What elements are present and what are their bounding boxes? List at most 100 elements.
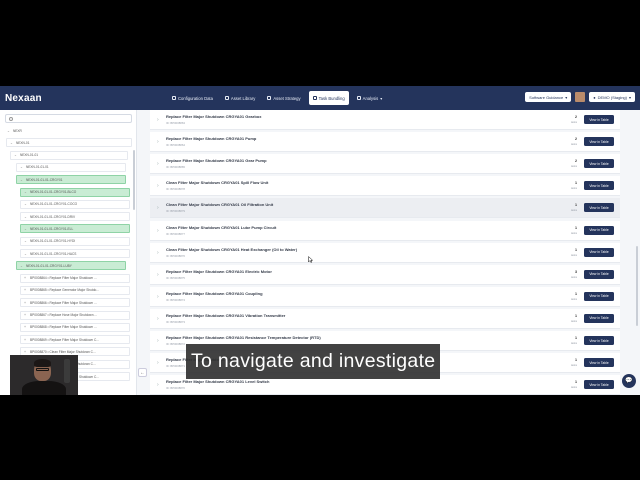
environment-selector[interactable]: ● DEMO (Staging) ▾ [589, 92, 635, 102]
task-title: Replace Filter Major Shutdown CRGYA01 Re… [166, 335, 321, 340]
tree-node[interactable]: + BP0008868 • Replace Filter Major Shutdo… [20, 322, 130, 332]
task-bundle-row[interactable]: › Replace Filter Major Shutdown CRGYA01 P… [150, 132, 620, 153]
plus-icon[interactable]: + [24, 325, 28, 329]
tree-scrollbar[interactable] [133, 150, 135, 210]
task-id: ID: BP0008872 [166, 342, 185, 346]
view-in-table-button[interactable]: View in Table [584, 291, 614, 301]
tree-node[interactable]: ⌄ NEXN-01-01-01-CRGY01 [16, 175, 126, 185]
chevron-right-icon[interactable]: › [157, 205, 159, 211]
tree-node[interactable]: ⌄ NEXN-01-01-01-CRGY01-COCO [20, 199, 130, 209]
task-bundle-row[interactable]: › Clean Filter Major Shutdown CRGYA01 Spi… [150, 176, 620, 197]
tree-node[interactable]: ⌄ NEXN-01-01-01 [16, 162, 126, 172]
chevron-down-icon[interactable]: ⌄ [7, 129, 11, 133]
nav-tab-task-bundling[interactable]: Task Bundling [308, 91, 349, 105]
tree-node[interactable]: ⌄ NEXN-01-01-01-CRGY01-DRIV [20, 212, 130, 222]
chevron-down-icon[interactable]: ⌄ [20, 178, 24, 182]
tree-node-label: NEXN-01 [16, 140, 30, 145]
chevron-right-icon[interactable]: › [157, 338, 159, 344]
software-guidance-label: Software Guidance [529, 94, 564, 100]
chevron-right-icon[interactable]: › [157, 183, 159, 189]
chevron-right-icon[interactable]: › [157, 382, 159, 388]
plus-icon[interactable]: + [24, 313, 28, 317]
task-bundle-row[interactable]: › Replace Filter Major Shutdown CRGYA01 E… [150, 264, 620, 285]
view-in-table-button[interactable]: View in Table [584, 203, 614, 213]
analysis-icon [356, 96, 361, 100]
presenter-glasses [36, 368, 49, 371]
tree-node[interactable]: ⌄ NEXR [4, 126, 132, 135]
chevron-down-icon[interactable]: ⌄ [14, 153, 18, 157]
tree-node[interactable]: + BP0008867 • Replace Hose Major Shutdown… [20, 310, 130, 320]
chevron-right-icon[interactable]: › [157, 250, 159, 256]
chevron-right-icon[interactable]: › [157, 360, 159, 366]
tree-node[interactable]: ⌄ NEXN-01-01-01-CRGY01-HYDI [20, 236, 130, 246]
nav-tab-asset-strategy[interactable]: Asset Strategy [263, 91, 304, 105]
chevron-right-icon[interactable]: › [157, 228, 159, 234]
plus-icon[interactable]: + [24, 288, 28, 292]
chevron-right-icon[interactable]: › [157, 272, 159, 278]
chevron-down-icon[interactable]: ⌄ [24, 239, 28, 243]
chevron-down-icon[interactable]: ⌄ [24, 227, 28, 231]
chevron-down-icon[interactable]: ⌄ [10, 141, 14, 145]
view-in-table-button[interactable]: View in Table [584, 225, 614, 235]
tree-node[interactable]: ⌄ NEXN-01 [6, 138, 132, 148]
view-in-table-button[interactable]: View in Table [584, 181, 614, 191]
chevron-down-icon[interactable]: ⌄ [24, 215, 28, 219]
tree-node[interactable]: ⌄ NEXN-01-01-01-CRGY01-LUBY [16, 261, 126, 271]
view-in-table-button[interactable]: View in Table [584, 159, 614, 169]
chevron-right-icon[interactable]: › [157, 294, 159, 300]
tree-node[interactable]: + BP0008864 • Replace Filter Major Shutdo… [20, 273, 130, 283]
view-in-table-button[interactable]: View in Table [584, 247, 614, 257]
chevron-down-icon[interactable]: ⌄ [24, 190, 28, 194]
view-in-table-button[interactable]: View in Table [584, 358, 614, 368]
task-bundle-row[interactable]: › Replace Filter Major Shutdown CRGYA01 C… [150, 286, 620, 307]
tree-node[interactable]: + BP0008865 • Replace Generator Major Shu… [20, 285, 130, 295]
nav-tab-configuration-data[interactable]: Configuration Data [168, 91, 217, 105]
tree-node[interactable]: ⌄ NEXN-01-01-01-CRGY01-ELL [20, 224, 130, 234]
chevron-right-icon[interactable]: › [157, 117, 159, 123]
tree-node-label: BP0008870 • Clean Filter Major Shutdown … [30, 349, 96, 354]
plus-icon[interactable]: + [24, 338, 28, 342]
chevron-right-icon[interactable]: › [157, 316, 159, 322]
chevron-down-icon[interactable]: ⌄ [24, 202, 28, 206]
task-bundle-row[interactable]: › Clean Filter Major Shutdown CRGYA01 Hea… [150, 242, 620, 263]
plus-icon[interactable]: + [24, 276, 28, 280]
nav-tab-asset-library[interactable]: Asset Library [221, 91, 259, 105]
chevron-down-icon[interactable]: ⌄ [20, 165, 24, 169]
tree-node[interactable]: + BP0008869 • Replace Filter Major Shutdo… [20, 335, 130, 345]
chevron-right-icon[interactable]: › [157, 139, 159, 145]
list-scrollbar[interactable] [636, 246, 638, 326]
view-in-table-button[interactable]: View in Table [584, 115, 614, 124]
view-in-table-button[interactable]: View in Table [584, 380, 614, 390]
task-title: Replace Filter Major Shutdown CRGYA01 Co… [166, 290, 263, 296]
task-count: 2 [575, 115, 577, 119]
task-count-label: tasks [570, 187, 577, 191]
app-logo[interactable]: Nexaan [5, 93, 42, 104]
tree-node[interactable]: ⌄ NEXN-01-01-01-CRGY01-BLCO [20, 187, 130, 197]
plus-icon[interactable]: + [24, 301, 28, 305]
chat-button[interactable]: 💬 [622, 374, 636, 388]
chevron-right-icon[interactable]: › [157, 161, 159, 167]
task-bundle-row[interactable]: › Replace Filter Major Shutdown CRGYA01 V… [150, 308, 620, 329]
nav-tab-analysis[interactable]: Analysis ▾ [353, 91, 387, 105]
tree-node[interactable]: ⌄ NEXN-01-01-01-CRGY01-HACS [20, 249, 130, 258]
tree-node-label: BP0008865 • Replace Generator Major Shut… [30, 288, 99, 293]
view-in-table-button[interactable]: View in Table [584, 313, 614, 323]
view-in-table-button[interactable]: View in Table [584, 137, 614, 147]
chevron-down-icon[interactable]: ⌄ [24, 252, 28, 256]
task-bundle-row[interactable]: › Replace Filter Major Shutdown CRGYA01 G… [150, 154, 620, 175]
software-guidance-button[interactable]: Software Guidance ▾ [525, 92, 572, 102]
task-title: Replace Filter Major Shutdown CRGYA01 Ge… [166, 158, 267, 164]
plus-icon[interactable]: + [24, 350, 28, 354]
task-bundle-row[interactable]: › Clean Filter Major Shutdown CRGYA01 Lub… [150, 220, 620, 241]
tree-search-input[interactable] [5, 114, 132, 123]
tree-node[interactable]: ⌄ NEXN-01-01 [10, 150, 128, 160]
collapse-panel-button[interactable]: ← [138, 368, 147, 377]
user-avatar[interactable] [575, 92, 586, 102]
view-in-table-button[interactable]: View in Table [584, 336, 614, 345]
task-bundle-row[interactable]: › Replace Filter Major Shutdown CRGYA01 G… [150, 110, 620, 130]
top-navbar: Nexaan Configuration Data Asset Library As… [0, 86, 640, 110]
task-bundle-row[interactable]: › Clean Filter Major Shutdown CRGYA01 Oil… [150, 198, 620, 219]
view-in-table-button[interactable]: View in Table [584, 269, 614, 279]
chevron-down-icon[interactable]: ⌄ [20, 264, 24, 268]
tree-node[interactable]: + BP0008866 • Replace Filter Major Shutdo… [20, 298, 130, 308]
